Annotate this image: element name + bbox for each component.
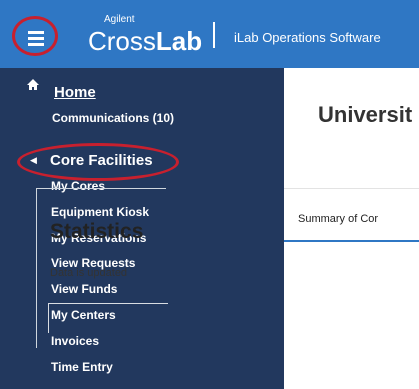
menu-highlight-circle (12, 16, 58, 56)
sidebar-item-communications[interactable]: Communications (10) (52, 111, 174, 125)
content-divider (284, 188, 419, 189)
statistics-inner-box (48, 303, 168, 333)
logo-crosslab-text: CrossLab (88, 26, 203, 56)
sidebar-core-facilities-heading[interactable]: Core Facilities (50, 152, 153, 169)
tab-active-underline (284, 240, 419, 242)
sidebar-home-link[interactable]: Home (54, 84, 96, 101)
sidebar-item-time-entry[interactable]: Time Entry (51, 359, 149, 385)
caret-icon: ◀ (30, 155, 37, 165)
page-title: Universit (318, 102, 413, 127)
top-header-bar: Agilent CrossLab iLab Operations Softwar… (0, 0, 419, 68)
header-divider (213, 22, 215, 48)
hamburger-icon[interactable] (24, 28, 48, 48)
logo-agilent-text: Agilent (104, 14, 135, 25)
tab-summary[interactable]: Summary of Cor (298, 213, 378, 225)
statistics-update-note: Data is updated (50, 267, 128, 279)
header-tagline: iLab Operations Software (234, 30, 381, 45)
home-icon (27, 79, 39, 90)
statistics-heading: Statistics (50, 220, 144, 243)
main-content: Universit Summary of Cor (284, 68, 419, 389)
